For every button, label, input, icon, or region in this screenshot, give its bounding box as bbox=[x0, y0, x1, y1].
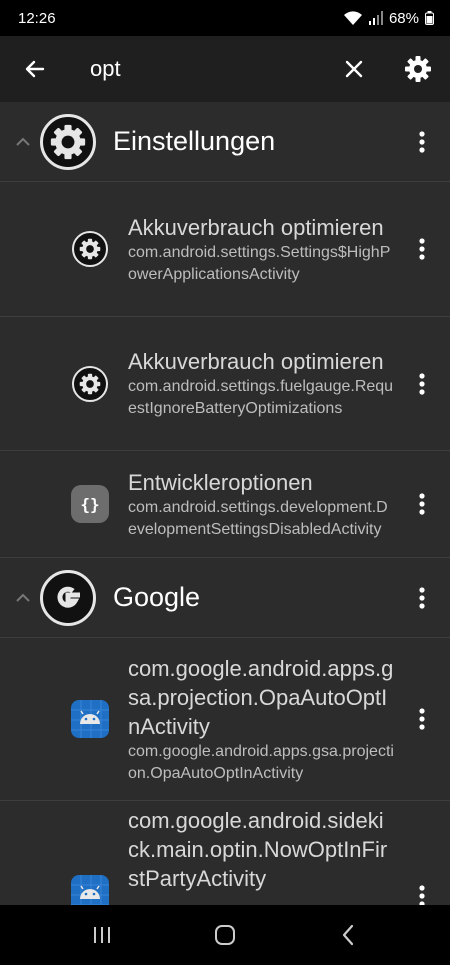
clear-search-button[interactable] bbox=[322, 36, 386, 102]
item-title: com.google.android.sidekick.main.optin.N… bbox=[128, 808, 388, 891]
signal-icon bbox=[368, 11, 383, 25]
group-title: Einstellungen bbox=[113, 126, 276, 156]
home-icon bbox=[214, 925, 235, 945]
more-vert-icon[interactable] bbox=[394, 493, 450, 515]
list-item[interactable]: Akkuverbrauch optimieren com.android.set… bbox=[0, 317, 450, 451]
search-toolbar: opt bbox=[0, 36, 450, 102]
back-button[interactable] bbox=[0, 36, 70, 102]
more-vert-icon[interactable] bbox=[394, 130, 450, 153]
back-nav-button[interactable] bbox=[318, 905, 378, 965]
item-title: Entwickleroptionen bbox=[128, 469, 313, 495]
status-time: 12:26 bbox=[18, 9, 56, 27]
results-list[interactable]: Einstellungen Akkuverbrauch optimieren c… bbox=[0, 102, 450, 905]
settings-gear-icon bbox=[72, 231, 108, 267]
battery-percent: 68% bbox=[388, 9, 419, 27]
item-activity: com.android.settings.fuelgauge.RequestIg… bbox=[128, 378, 394, 417]
item-activity: com.google.android.apps.gsa.projection.O… bbox=[128, 742, 394, 782]
close-icon bbox=[345, 60, 363, 78]
recents-button[interactable] bbox=[72, 905, 132, 965]
more-vert-icon[interactable] bbox=[394, 801, 450, 905]
item-title: com.google.android.apps.gsa.projection.O… bbox=[128, 655, 394, 739]
recents-icon bbox=[93, 927, 110, 943]
more-vert-icon[interactable] bbox=[394, 238, 450, 260]
item-activity: com.android.settings.Settings$HighPowerA… bbox=[128, 243, 391, 283]
settings-gear-icon bbox=[72, 365, 108, 402]
chevron-up-icon[interactable] bbox=[0, 137, 40, 147]
android-icon bbox=[71, 875, 109, 905]
developer-braces-icon: {} bbox=[71, 485, 109, 523]
home-button[interactable] bbox=[195, 905, 255, 965]
settings-button[interactable] bbox=[386, 36, 450, 102]
more-vert-icon[interactable] bbox=[394, 586, 450, 609]
group-header-einstellungen[interactable]: Einstellungen bbox=[0, 102, 450, 182]
navigation-bar bbox=[0, 905, 450, 965]
list-item[interactable]: com.google.android.sidekick.main.optin.N… bbox=[0, 801, 450, 905]
list-item[interactable]: {} Entwickleroptionen com.android.settin… bbox=[0, 451, 450, 558]
chevron-left-icon bbox=[343, 924, 354, 946]
item-title: Akkuverbrauch optimieren bbox=[128, 349, 384, 374]
search-input[interactable]: opt bbox=[70, 56, 322, 82]
google-app-icon bbox=[40, 569, 96, 626]
list-item[interactable]: Akkuverbrauch optimieren com.android.set… bbox=[0, 182, 450, 317]
status-icons: 68% bbox=[343, 10, 434, 27]
item-title: Akkuverbrauch optimieren bbox=[128, 214, 384, 240]
status-bar: 12:26 68% bbox=[0, 0, 450, 36]
more-vert-icon[interactable] bbox=[394, 708, 450, 730]
battery-icon bbox=[425, 11, 434, 25]
item-activity: com.android.settings.development.Develop… bbox=[128, 498, 388, 538]
arrow-left-icon bbox=[25, 60, 45, 78]
group-header-google[interactable]: Google bbox=[0, 558, 450, 638]
android-icon bbox=[71, 700, 109, 738]
list-item[interactable]: com.google.android.apps.gsa.projection.O… bbox=[0, 638, 450, 801]
settings-app-icon bbox=[40, 113, 96, 170]
more-vert-icon[interactable] bbox=[394, 372, 450, 395]
chevron-up-icon[interactable] bbox=[0, 593, 40, 603]
wifi-icon bbox=[343, 11, 362, 25]
group-title: Google bbox=[113, 582, 201, 612]
gear-icon bbox=[405, 56, 431, 82]
